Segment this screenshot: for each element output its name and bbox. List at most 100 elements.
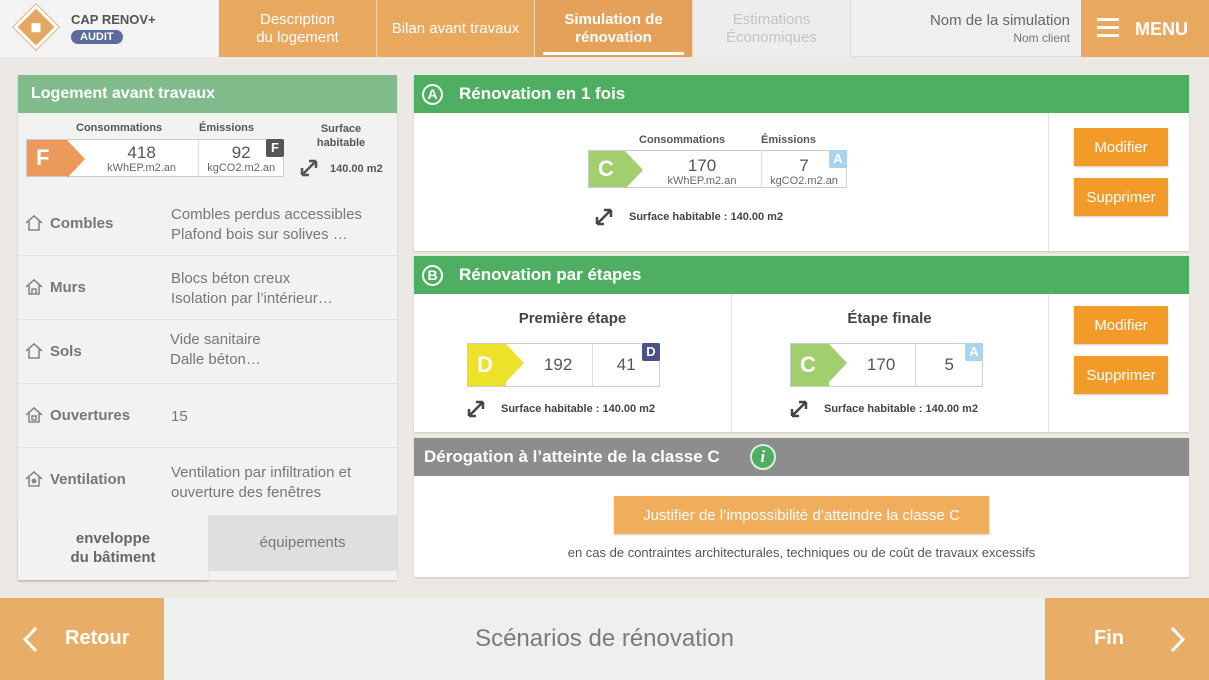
roof-icon xyxy=(25,214,43,231)
chevron-right-icon xyxy=(1170,626,1186,653)
scenario-b-panel: B Rénovation par étapes Première étape D … xyxy=(414,256,1189,432)
chevron-left-icon xyxy=(22,626,38,653)
ventilation-icon xyxy=(25,470,43,487)
finish-button[interactable]: Fin xyxy=(1045,598,1209,680)
scenario-a-dpe-label: C 170 kWhEP.m2.an 7 kgCO2.m2.an A xyxy=(588,150,847,189)
row-label: Ventilation xyxy=(50,470,126,488)
before-works-title: Logement avant travaux xyxy=(18,75,397,113)
surface-text: Surface habitable : 140.00 m2 xyxy=(824,403,979,415)
ges-class-badge: F xyxy=(266,139,284,157)
step1-dpe-label: D 192 41 D xyxy=(467,343,660,387)
resize-icon xyxy=(467,400,485,418)
consumption-label: Consommations xyxy=(76,122,163,134)
step2-title: Étape finale xyxy=(847,310,932,327)
step2-emissions: 5 A xyxy=(916,343,983,386)
resize-icon xyxy=(300,159,318,177)
row-label: Ouvertures xyxy=(50,406,131,424)
info-icon[interactable]: i xyxy=(749,444,776,470)
row-value: Blocs béton creux Isolation par l’intéri… xyxy=(171,270,333,307)
step1-emissions: 41 D xyxy=(593,343,660,386)
scenario-a-modify-button[interactable]: Modifier xyxy=(1074,128,1168,166)
scenario-b-delete-button[interactable]: Supprimer xyxy=(1074,356,1168,394)
step1-surface: Surface habitable : 140.00 m2 xyxy=(467,400,655,418)
surface-text: Surface habitable : 140.00 m2 xyxy=(501,403,656,415)
energy-class-badge: C xyxy=(589,151,643,189)
ges-class-badge: D xyxy=(642,343,660,361)
scenario-a-header: A Rénovation en 1 fois xyxy=(414,75,1189,113)
emissions-label: Émissions xyxy=(199,122,255,134)
scenario-a-delete-button[interactable]: Supprimer xyxy=(1074,178,1168,216)
derogation-title: Dérogation à l’atteinte de la classe C xyxy=(424,447,720,466)
tab-estimations: Estimations Économiques xyxy=(693,0,851,57)
step1-consumption: 192 xyxy=(524,344,594,386)
hamburger-icon xyxy=(1097,18,1119,38)
row-value: 15 xyxy=(171,408,188,425)
divider xyxy=(1048,294,1049,432)
finish-label: Fin xyxy=(1094,627,1124,649)
row-label: Combles xyxy=(50,214,114,232)
app-name: CAP RENOV+ xyxy=(71,12,156,27)
resize-icon xyxy=(595,208,613,226)
scenario-a-consumption: 170 kWhEP.m2.an xyxy=(643,151,762,187)
wall-icon xyxy=(25,278,43,295)
client-name: Nom client xyxy=(1013,31,1070,45)
step2-dpe-label: C 170 5 A xyxy=(790,343,983,387)
envelope-row-combles[interactable]: Combles Combles perdus accessibles Plafo… xyxy=(18,192,397,256)
scenario-b-title: Rénovation par étapes xyxy=(459,265,642,284)
ges-class-badge: A xyxy=(965,343,983,361)
scenario-a-surface: Surface habitable : 140.00 m2 xyxy=(595,208,783,226)
tab-bilan[interactable]: Bilan avant travaux xyxy=(377,0,535,57)
envelope-row-ventilation[interactable]: Ventilation Ventilation par infiltration… xyxy=(18,448,397,512)
step2-consumption: 170 xyxy=(847,344,917,386)
before-consumption: 418 kWhEP.m2.an xyxy=(85,140,200,176)
surface-text: Surface habitable : 140.00 m2 xyxy=(629,211,784,223)
before-surface-value: 140.00 m2 xyxy=(330,163,383,175)
ges-class-badge: A xyxy=(829,150,847,168)
derogation-panel: Dérogation à l’atteinte de la classe C i… xyxy=(414,438,1189,577)
divider xyxy=(1048,113,1049,251)
back-button[interactable]: Retour xyxy=(0,598,164,680)
energy-class-badge: D xyxy=(468,344,524,386)
before-dpe-label: F 418 kWhEP.m2.an 92 kgCO2.m2.an F xyxy=(26,139,284,178)
envelope-row-murs[interactable]: Murs Blocs béton creux Isolation par l’i… xyxy=(18,256,397,320)
row-value: Vide sanitaire Dalle béton… xyxy=(170,331,261,368)
menu-button[interactable]: MENU xyxy=(1081,0,1209,57)
menu-label: MENU xyxy=(1135,19,1188,39)
row-label: Murs xyxy=(50,278,86,296)
scenario-b-letter: B xyxy=(422,264,443,286)
step2-surface: Surface habitable : 140.00 m2 xyxy=(790,400,978,418)
tab-description[interactable]: Description du logement xyxy=(219,0,377,57)
window-icon xyxy=(25,406,43,423)
emissions-value: 41 xyxy=(616,355,636,374)
app-logo-area: CAP RENOV+ AUDIT xyxy=(0,0,218,57)
before-emissions: 92 kgCO2.m2.an F xyxy=(199,139,284,176)
scenario-a-emissions: 7 kgCO2.m2.an A xyxy=(762,150,847,187)
page-title: Scénarios de rénovation xyxy=(475,625,734,652)
tab-envelope[interactable]: enveloppe du bâtiment xyxy=(18,515,208,580)
derogation-note: en cas de contraintes architecturales, t… xyxy=(567,545,1036,560)
resize-icon xyxy=(790,400,808,418)
scenario-a-title: Rénovation en 1 fois xyxy=(459,84,626,103)
row-label: Sols xyxy=(50,342,82,360)
energy-class-badge: F xyxy=(27,140,85,178)
before-works-panel: Logement avant travaux Consommations Émi… xyxy=(18,75,397,580)
row-value: Ventilation par infiltration et ouvertur… xyxy=(171,464,352,501)
tab-simulation[interactable]: Simulation de rénovation xyxy=(535,0,693,57)
row-value: Combles perdus accessibles Plafond bois … xyxy=(171,206,362,243)
floor-icon xyxy=(25,342,43,359)
scenario-a-letter: A xyxy=(422,83,443,105)
envelope-row-sols[interactable]: Sols Vide sanitaire Dalle béton… xyxy=(18,320,397,384)
consumption-label: Consommations xyxy=(639,134,726,146)
simulation-name: Nom de la simulation xyxy=(929,12,1070,29)
scenario-b-header: B Rénovation par étapes xyxy=(414,256,1189,294)
tab-equipment[interactable]: équipements xyxy=(208,515,397,571)
emissions-value: 5 xyxy=(944,355,954,374)
scenario-b-modify-button[interactable]: Modifier xyxy=(1074,306,1168,344)
justify-button[interactable]: Justifier de l’impossibilité d’atteindre… xyxy=(614,496,989,534)
envelope-row-ouvertures[interactable]: Ouvertures 15 xyxy=(18,384,397,448)
scenario-a-panel: A Rénovation en 1 fois Consommations Émis… xyxy=(414,75,1189,251)
step1-title: Première étape xyxy=(518,310,627,327)
energy-class-badge: C xyxy=(791,344,847,386)
audit-badge: AUDIT xyxy=(71,30,123,44)
back-label: Retour xyxy=(65,627,130,649)
